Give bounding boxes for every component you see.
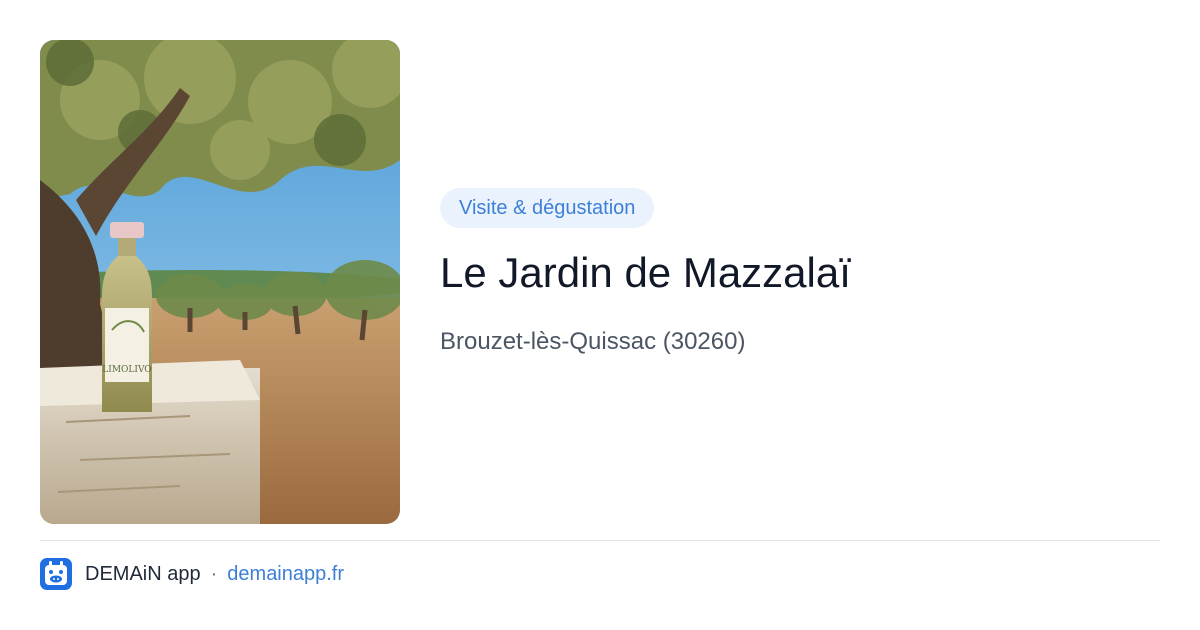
bottle-label-text: LIMOLIVO (102, 365, 151, 375)
place-title: Le Jardin de Mazzalaï (440, 249, 851, 296)
separator-dot: · (210, 562, 218, 585)
app-url-link[interactable]: demainapp.fr (227, 563, 344, 586)
demain-app-icon (40, 558, 72, 590)
place-location: Brouzet-lès-Quissac (30260) (440, 328, 746, 355)
place-photo: LIMOLIVO (40, 40, 400, 524)
category-tag: Visite & dégustation (440, 188, 655, 228)
footer: DEMAiN app · demainapp.fr (40, 558, 344, 590)
place-info: Visite & dégustation Le Jardin de Mazzal… (440, 188, 1160, 357)
divider (40, 540, 1160, 541)
app-name: DEMAiN app (85, 562, 201, 585)
